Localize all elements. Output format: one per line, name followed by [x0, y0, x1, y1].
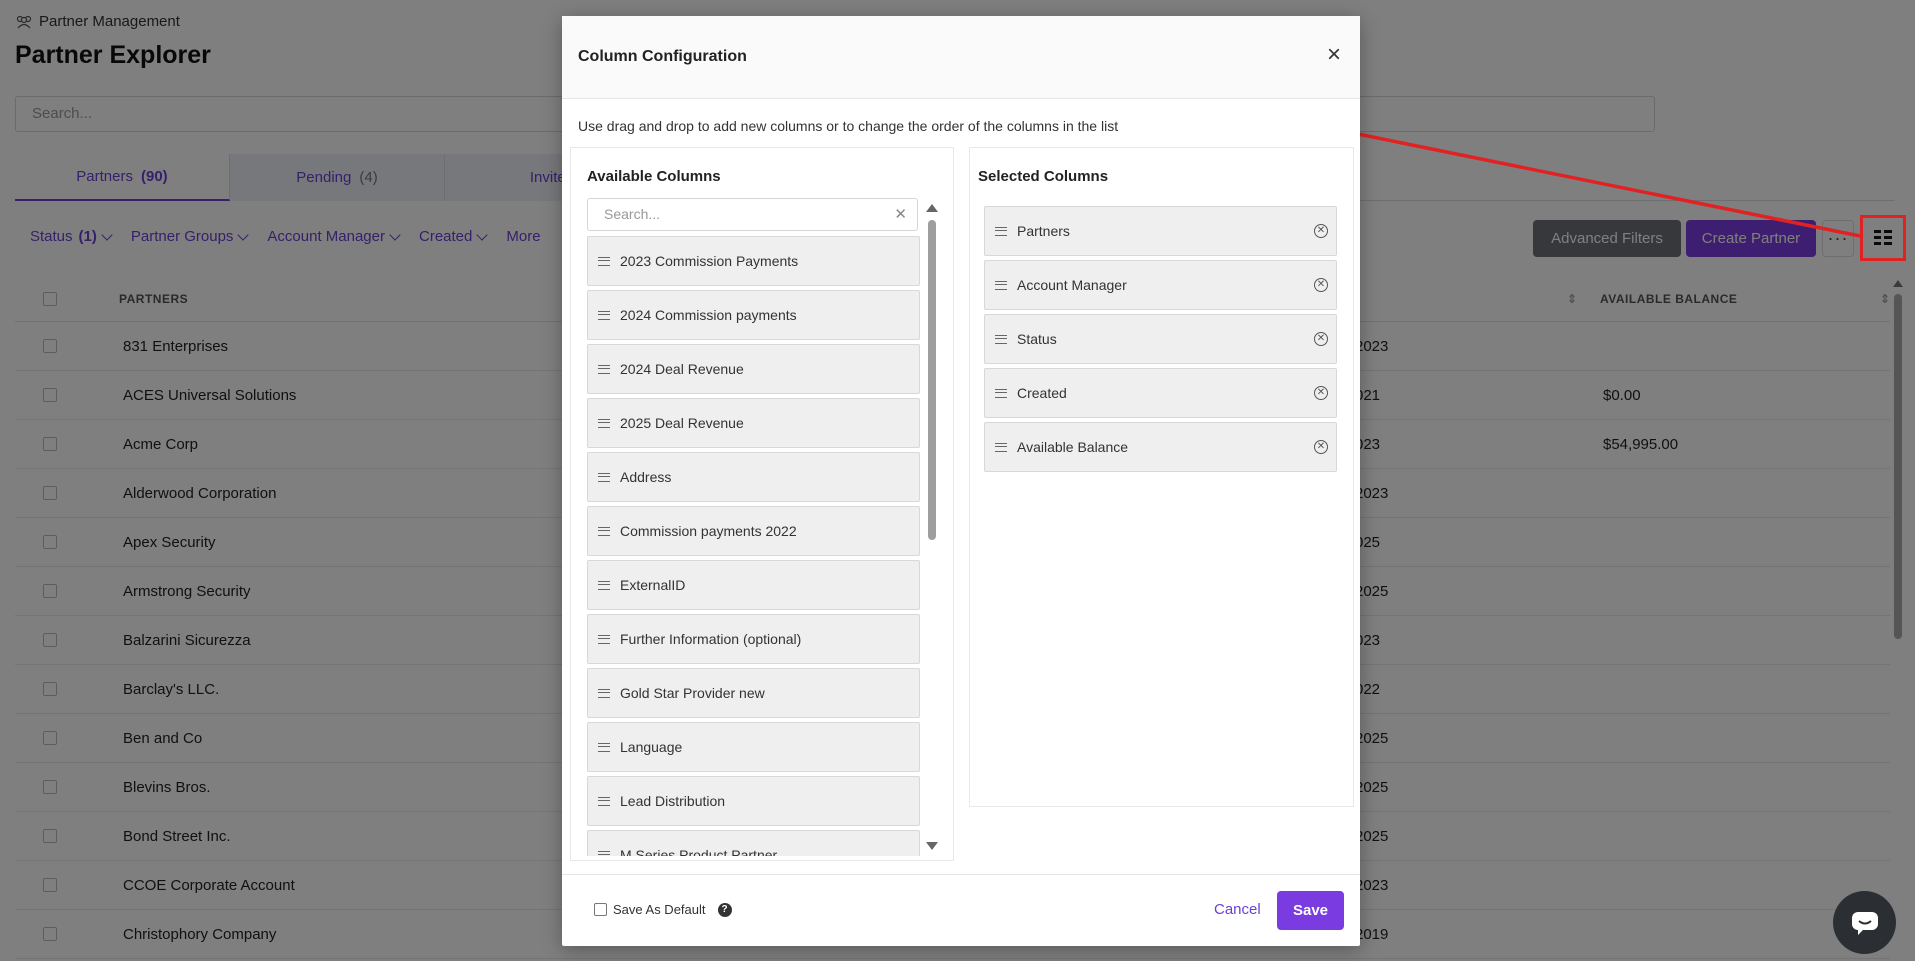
- column-label: Account Manager: [1017, 277, 1127, 293]
- search-placeholder: Search...: [604, 206, 661, 222]
- column-label: Available Balance: [1017, 439, 1129, 455]
- save-button[interactable]: Save: [1277, 891, 1344, 930]
- selected-columns-list: Partners ✕ Account Manager ✕ Status ✕ Created ✕…: [984, 206, 1337, 476]
- scrollbar-thumb[interactable]: [928, 220, 936, 540]
- drag-handle-icon[interactable]: [598, 850, 610, 856]
- selected-column-item[interactable]: Created ✕: [984, 368, 1337, 418]
- selected-columns-panel: Selected Columns Partners ✕ Account Manage…: [969, 147, 1354, 807]
- available-columns-title: Available Columns: [587, 168, 721, 185]
- selected-column-item[interactable]: Partners ✕: [984, 206, 1337, 256]
- selected-columns-title: Selected Columns: [978, 168, 1109, 185]
- available-columns-list: 2023 Commission Payments 2024 Commission …: [587, 236, 920, 856]
- cancel-button[interactable]: Cancel: [1214, 901, 1261, 918]
- modal-footer: Save As Default ? Cancel Save: [562, 874, 1360, 946]
- column-label: Status: [1017, 331, 1057, 347]
- column-label: 2024 Deal Revenue: [620, 361, 744, 377]
- available-column-item[interactable]: Language: [587, 722, 920, 772]
- column-label: 2024 Commission payments: [620, 307, 797, 323]
- available-search-input[interactable]: Search... ✕: [587, 198, 918, 231]
- available-column-item[interactable]: Further Information (optional): [587, 614, 920, 664]
- modal-instructions: Use drag and drop to add new columns or …: [578, 118, 1119, 134]
- available-column-item[interactable]: 2024 Commission payments: [587, 290, 920, 340]
- column-label: Address: [620, 469, 672, 485]
- column-label: Partners: [1017, 223, 1070, 239]
- columns-icon: [1874, 230, 1892, 245]
- drag-handle-icon[interactable]: [995, 280, 1007, 290]
- available-column-item[interactable]: Address: [587, 452, 920, 502]
- column-label: Further Information (optional): [620, 631, 802, 647]
- column-label: M Series Product Partner: [620, 847, 778, 856]
- column-label: Gold Star Provider new: [620, 685, 765, 701]
- column-label: Language: [620, 739, 683, 755]
- selected-column-item[interactable]: Account Manager ✕: [984, 260, 1337, 310]
- column-label: Created: [1017, 385, 1067, 401]
- available-column-item[interactable]: 2025 Deal Revenue: [587, 398, 920, 448]
- available-column-item[interactable]: Gold Star Provider new: [587, 668, 920, 718]
- available-columns-panel: Available Columns Search... ✕ 2023 Commi…: [570, 147, 954, 861]
- column-config-modal: Column Configuration × Use drag and drop…: [562, 16, 1360, 946]
- available-column-item[interactable]: 2024 Deal Revenue: [587, 344, 920, 394]
- column-label: 2025 Deal Revenue: [620, 415, 744, 431]
- checkbox-box[interactable]: [594, 903, 607, 916]
- modal-title: Column Configuration: [578, 48, 747, 65]
- available-column-item[interactable]: Commission payments 2022: [587, 506, 920, 556]
- drag-handle-icon[interactable]: [995, 442, 1007, 452]
- available-column-item[interactable]: Lead Distribution: [587, 776, 920, 826]
- save-as-default-checkbox[interactable]: Save As Default ?: [594, 902, 732, 917]
- drag-handle-icon[interactable]: [995, 226, 1007, 236]
- drag-handle-icon[interactable]: [995, 388, 1007, 398]
- scroll-down-icon[interactable]: [926, 842, 938, 850]
- close-icon[interactable]: ×: [1322, 43, 1346, 67]
- annotation-highlight-box: [1860, 215, 1906, 261]
- column-label: ExternalID: [620, 577, 686, 593]
- available-column-item[interactable]: ExternalID: [587, 560, 920, 610]
- clear-search-icon[interactable]: ✕: [894, 199, 907, 230]
- drag-handle-icon[interactable]: [598, 256, 610, 266]
- column-label: 2023 Commission Payments: [620, 253, 799, 269]
- drag-handle-icon[interactable]: [598, 688, 610, 698]
- chat-icon: [1851, 911, 1878, 935]
- column-label: Lead Distribution: [620, 793, 726, 809]
- available-column-item[interactable]: M Series Product Partner: [587, 830, 920, 856]
- scroll-up-icon[interactable]: [926, 204, 938, 212]
- available-column-item[interactable]: 2023 Commission Payments: [587, 236, 920, 286]
- chat-launcher-button[interactable]: [1833, 891, 1896, 954]
- help-icon[interactable]: ?: [717, 902, 732, 917]
- selected-column-item[interactable]: Status ✕: [984, 314, 1337, 364]
- remove-column-icon[interactable]: ✕: [1314, 224, 1328, 238]
- drag-handle-icon[interactable]: [995, 334, 1007, 344]
- drag-handle-icon[interactable]: [598, 634, 610, 644]
- drag-handle-icon[interactable]: [598, 364, 610, 374]
- drag-handle-icon[interactable]: [598, 526, 610, 536]
- drag-handle-icon[interactable]: [598, 472, 610, 482]
- column-label: Commission payments 2022: [620, 523, 797, 539]
- remove-column-icon[interactable]: ✕: [1314, 440, 1328, 454]
- remove-column-icon[interactable]: ✕: [1314, 278, 1328, 292]
- remove-column-icon[interactable]: ✕: [1314, 386, 1328, 400]
- drag-handle-icon[interactable]: [598, 580, 610, 590]
- modal-header: Column Configuration ×: [562, 16, 1360, 99]
- drag-handle-icon[interactable]: [598, 310, 610, 320]
- drag-handle-icon[interactable]: [598, 418, 610, 428]
- save-as-default-label: Save As Default: [613, 902, 706, 917]
- available-list-scrollbar[interactable]: [926, 204, 938, 850]
- drag-handle-icon[interactable]: [598, 796, 610, 806]
- selected-column-item[interactable]: Available Balance ✕: [984, 422, 1337, 472]
- remove-column-icon[interactable]: ✕: [1314, 332, 1328, 346]
- drag-handle-icon[interactable]: [598, 742, 610, 752]
